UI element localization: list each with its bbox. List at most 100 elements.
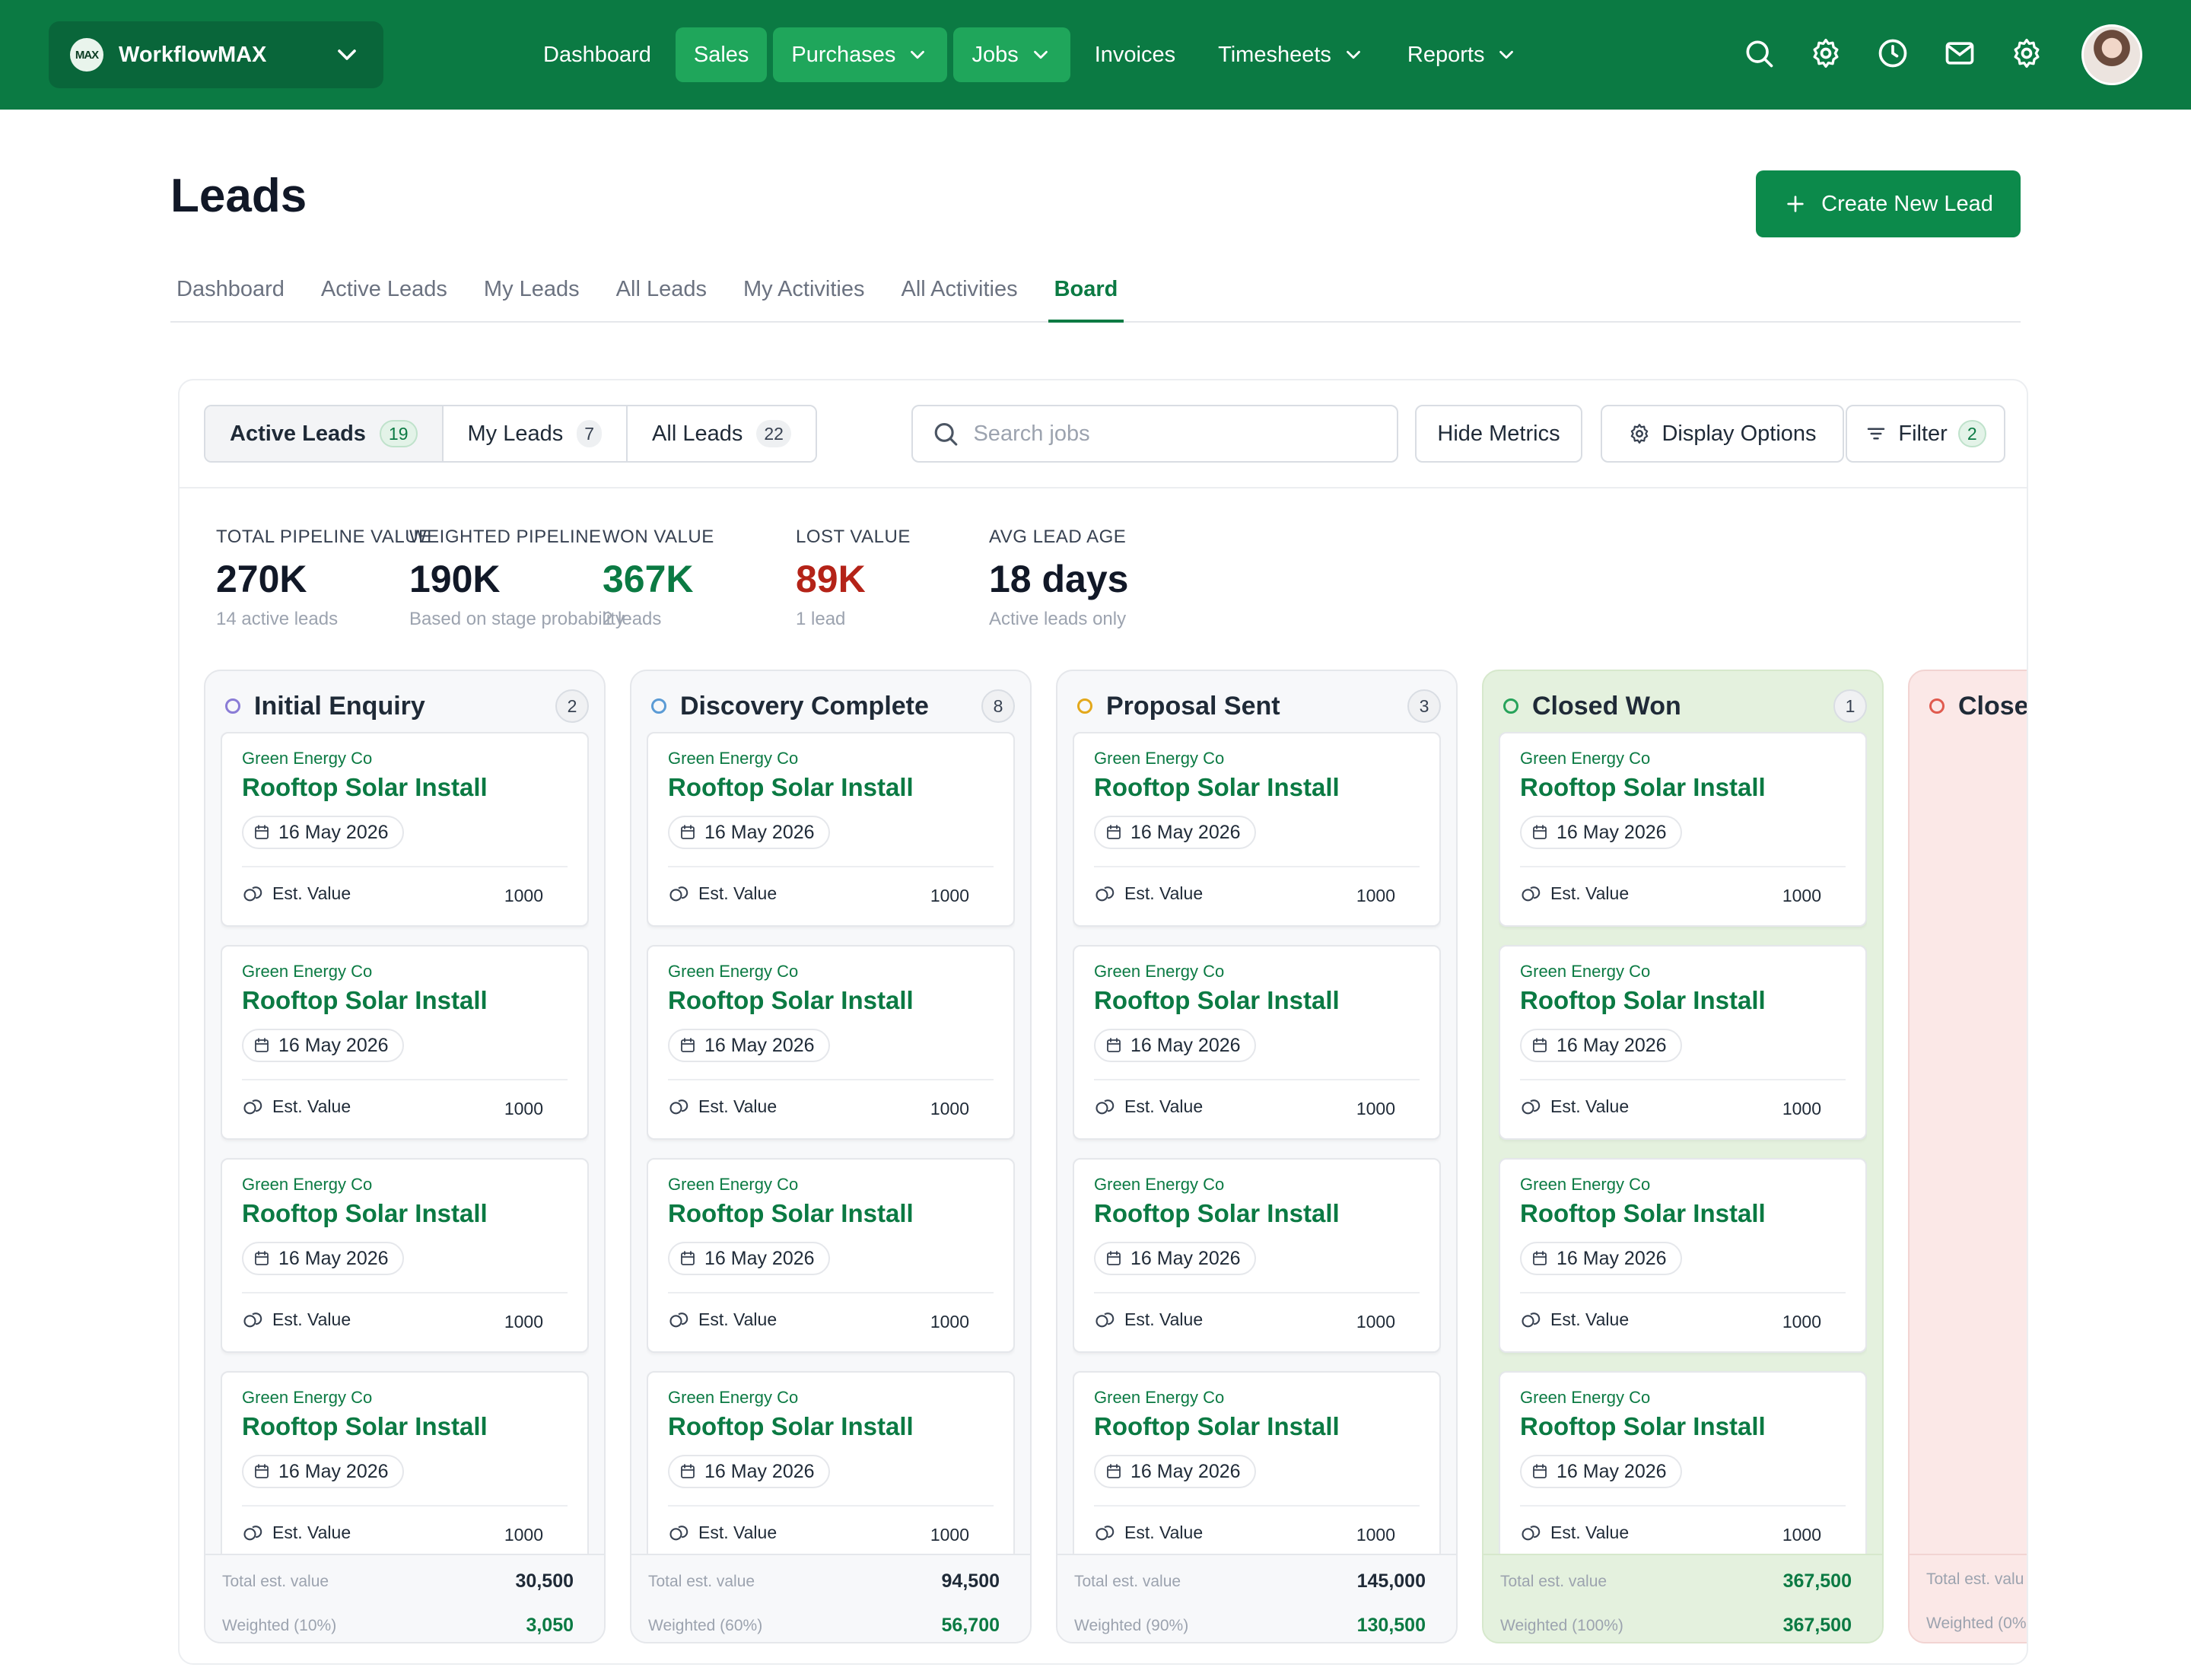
lead-card[interactable]: Green Energy Co Rooftop Solar Install 16 M… (647, 1371, 1015, 1554)
lead-card[interactable]: Green Energy Co Rooftop Solar Install 16 M… (1073, 945, 1441, 1140)
lead-title[interactable]: Rooftop Solar Install (242, 773, 488, 802)
calendar-icon (681, 1464, 695, 1478)
create-new-lead-label: Create New Lead (1821, 191, 1993, 216)
lead-title[interactable]: Rooftop Solar Install (242, 986, 488, 1015)
lead-card[interactable]: Green Energy Co Rooftop Solar Install 16 M… (1073, 1158, 1441, 1353)
calendar-icon (681, 1251, 695, 1265)
lead-title[interactable]: Rooftop Solar Install (1094, 1199, 1340, 1228)
column-header: Close (1929, 688, 2027, 724)
lead-title[interactable]: Rooftop Solar Install (1520, 773, 1766, 802)
nav-item-sales[interactable]: Sales (675, 27, 768, 82)
lead-date-badge: 16 May 2026 (1094, 1029, 1256, 1062)
weighted-row: Weighted (60%) 56,700 (648, 1615, 1000, 1637)
segment-active-leads[interactable]: Active Leads 19 (205, 406, 444, 461)
lead-card[interactable]: Green Energy Co Rooftop Solar Install 16 M… (1499, 1158, 1867, 1353)
settings-icon[interactable] (1809, 37, 1843, 70)
est-value: 1000 (1356, 1099, 1395, 1118)
lead-card[interactable]: Green Energy Co Rooftop Solar Install 16 M… (221, 732, 589, 927)
calendar-icon (1107, 825, 1121, 839)
search-box[interactable] (911, 405, 1398, 463)
segment-my-leads[interactable]: My Leads 7 (443, 406, 628, 461)
weighted-label: Weighted (90%) (1074, 1616, 1189, 1634)
segment-count-badge: 19 (379, 420, 418, 447)
create-new-lead-button[interactable]: Create New Lead (1756, 170, 2021, 237)
filter-button[interactable]: Filter 2 (1846, 405, 2005, 463)
lead-title[interactable]: Rooftop Solar Install (1094, 1412, 1340, 1441)
lead-title[interactable]: Rooftop Solar Install (668, 986, 914, 1015)
lead-card[interactable]: Green Energy Co Rooftop Solar Install 16 M… (1499, 1371, 1867, 1554)
est-value: 1000 (1356, 1312, 1395, 1332)
tab-board[interactable]: Board (1048, 259, 1124, 323)
search-icon[interactable] (1742, 37, 1776, 70)
lead-card[interactable]: Green Energy Co Rooftop Solar Install 16 M… (647, 732, 1015, 927)
tab-my-leads[interactable]: My Leads (478, 259, 586, 323)
tab-my-activities[interactable]: My Activities (737, 259, 871, 323)
lead-date: 16 May 2026 (1130, 1247, 1241, 1269)
lead-date-badge: 16 May 2026 (1520, 1029, 1682, 1062)
coins-icon (669, 886, 688, 902)
lead-card[interactable]: Green Energy Co Rooftop Solar Install 16 M… (1073, 732, 1441, 927)
lead-card[interactable]: Green Energy Co Rooftop Solar Install 16 M… (221, 945, 589, 1140)
lead-card[interactable]: Green Energy Co Rooftop Solar Install 16 M… (1073, 1371, 1441, 1554)
coins-icon (669, 1526, 688, 1541)
board-column-proposal-sent[interactable]: Proposal Sent 3 Green Energy Co Rooftop Sol… (1056, 670, 1458, 1643)
tab-dashboard[interactable]: Dashboard (170, 259, 291, 323)
tab-all-leads[interactable]: All Leads (610, 259, 713, 323)
lead-title[interactable]: Rooftop Solar Install (1520, 986, 1766, 1015)
nav-item-label: Dashboard (543, 42, 651, 67)
lead-card[interactable]: Green Energy Co Rooftop Solar Install 16 M… (647, 945, 1015, 1140)
lead-title[interactable]: Rooftop Solar Install (1520, 1412, 1766, 1441)
board-column-discovery-complete[interactable]: Discovery Complete 8 Green Energy Co Roofto… (630, 670, 1032, 1643)
organization-switcher[interactable]: MAX WorkflowMAX (49, 21, 383, 88)
lead-title[interactable]: Rooftop Solar Install (1520, 1199, 1766, 1228)
clock-icon[interactable] (1876, 37, 1910, 70)
nav-item-label: Reports (1407, 42, 1485, 67)
lead-date-badge: 16 May 2026 (668, 1455, 830, 1488)
column-title: Initial Enquiry (254, 691, 425, 721)
tab-all-activities[interactable]: All Activities (895, 259, 1024, 323)
total-label: Total est. value (648, 1572, 755, 1590)
lead-card[interactable]: Green Energy Co Rooftop Solar Install 16 M… (221, 1158, 589, 1353)
nav-item-jobs[interactable]: Jobs (953, 27, 1070, 82)
est-value: 1000 (930, 886, 969, 905)
board-column-closed-won[interactable]: Closed Won 1 Green Energy Co Rooftop Solar … (1482, 670, 1884, 1643)
lead-title[interactable]: Rooftop Solar Install (668, 1199, 914, 1228)
gear-icon[interactable] (2010, 37, 2043, 70)
lead-title[interactable]: Rooftop Solar Install (1094, 986, 1340, 1015)
top-navigation-bar: MAX WorkflowMAX Dashboard Sales Purchases J… (0, 0, 2191, 110)
display-options-button[interactable]: Display Options (1601, 405, 1844, 463)
est-value-label-group: Est. Value (242, 1309, 351, 1330)
nav-item-timesheets[interactable]: Timesheets (1200, 27, 1383, 82)
weighted-row: Weighted (10%) 3,050 (222, 1615, 574, 1637)
lead-title[interactable]: Rooftop Solar Install (242, 1412, 488, 1441)
nav-item-dashboard[interactable]: Dashboard (525, 27, 669, 82)
est-value-label: Est. Value (1550, 1522, 1630, 1542)
nav-item-reports[interactable]: Reports (1389, 27, 1537, 82)
lead-title[interactable]: Rooftop Solar Install (668, 1412, 914, 1441)
nav-item-invoices[interactable]: Invoices (1076, 27, 1194, 82)
board-column-close[interactable]: Close Total est. valu Weighted (0% (1908, 670, 2027, 1643)
segment-all-leads[interactable]: All Leads 22 (628, 406, 816, 461)
lead-title[interactable]: Rooftop Solar Install (668, 773, 914, 802)
search-input[interactable] (973, 421, 1379, 447)
card-divider (1520, 1292, 1846, 1293)
column-cards: Green Energy Co Rooftop Solar Install 16 M… (221, 732, 589, 1554)
chevron-down-icon (911, 50, 925, 59)
nav-item-purchases[interactable]: Purchases (773, 27, 948, 82)
board-column-initial-enquiry[interactable]: Initial Enquiry 2 Green Energy Co Rooftop S… (204, 670, 606, 1643)
lead-card[interactable]: Green Energy Co Rooftop Solar Install 16 M… (647, 1158, 1015, 1353)
lead-title[interactable]: Rooftop Solar Install (1094, 773, 1340, 802)
lead-card[interactable]: Green Energy Co Rooftop Solar Install 16 M… (1499, 945, 1867, 1140)
user-avatar[interactable] (2081, 24, 2142, 85)
card-divider (242, 1505, 568, 1507)
segment-label: Active Leads (230, 421, 366, 446)
hide-metrics-button[interactable]: Hide Metrics (1415, 405, 1582, 463)
lead-title[interactable]: Rooftop Solar Install (242, 1199, 488, 1228)
lead-card[interactable]: Green Energy Co Rooftop Solar Install 16 M… (1499, 732, 1867, 927)
total-value: 367,500 (1782, 1570, 1852, 1592)
est-value: 1000 (1356, 1525, 1395, 1545)
lead-card[interactable]: Green Energy Co Rooftop Solar Install 16 M… (221, 1371, 589, 1554)
tab-active-leads[interactable]: Active Leads (315, 259, 453, 323)
coins-icon (1522, 1099, 1541, 1115)
mail-icon[interactable] (1943, 37, 1976, 70)
